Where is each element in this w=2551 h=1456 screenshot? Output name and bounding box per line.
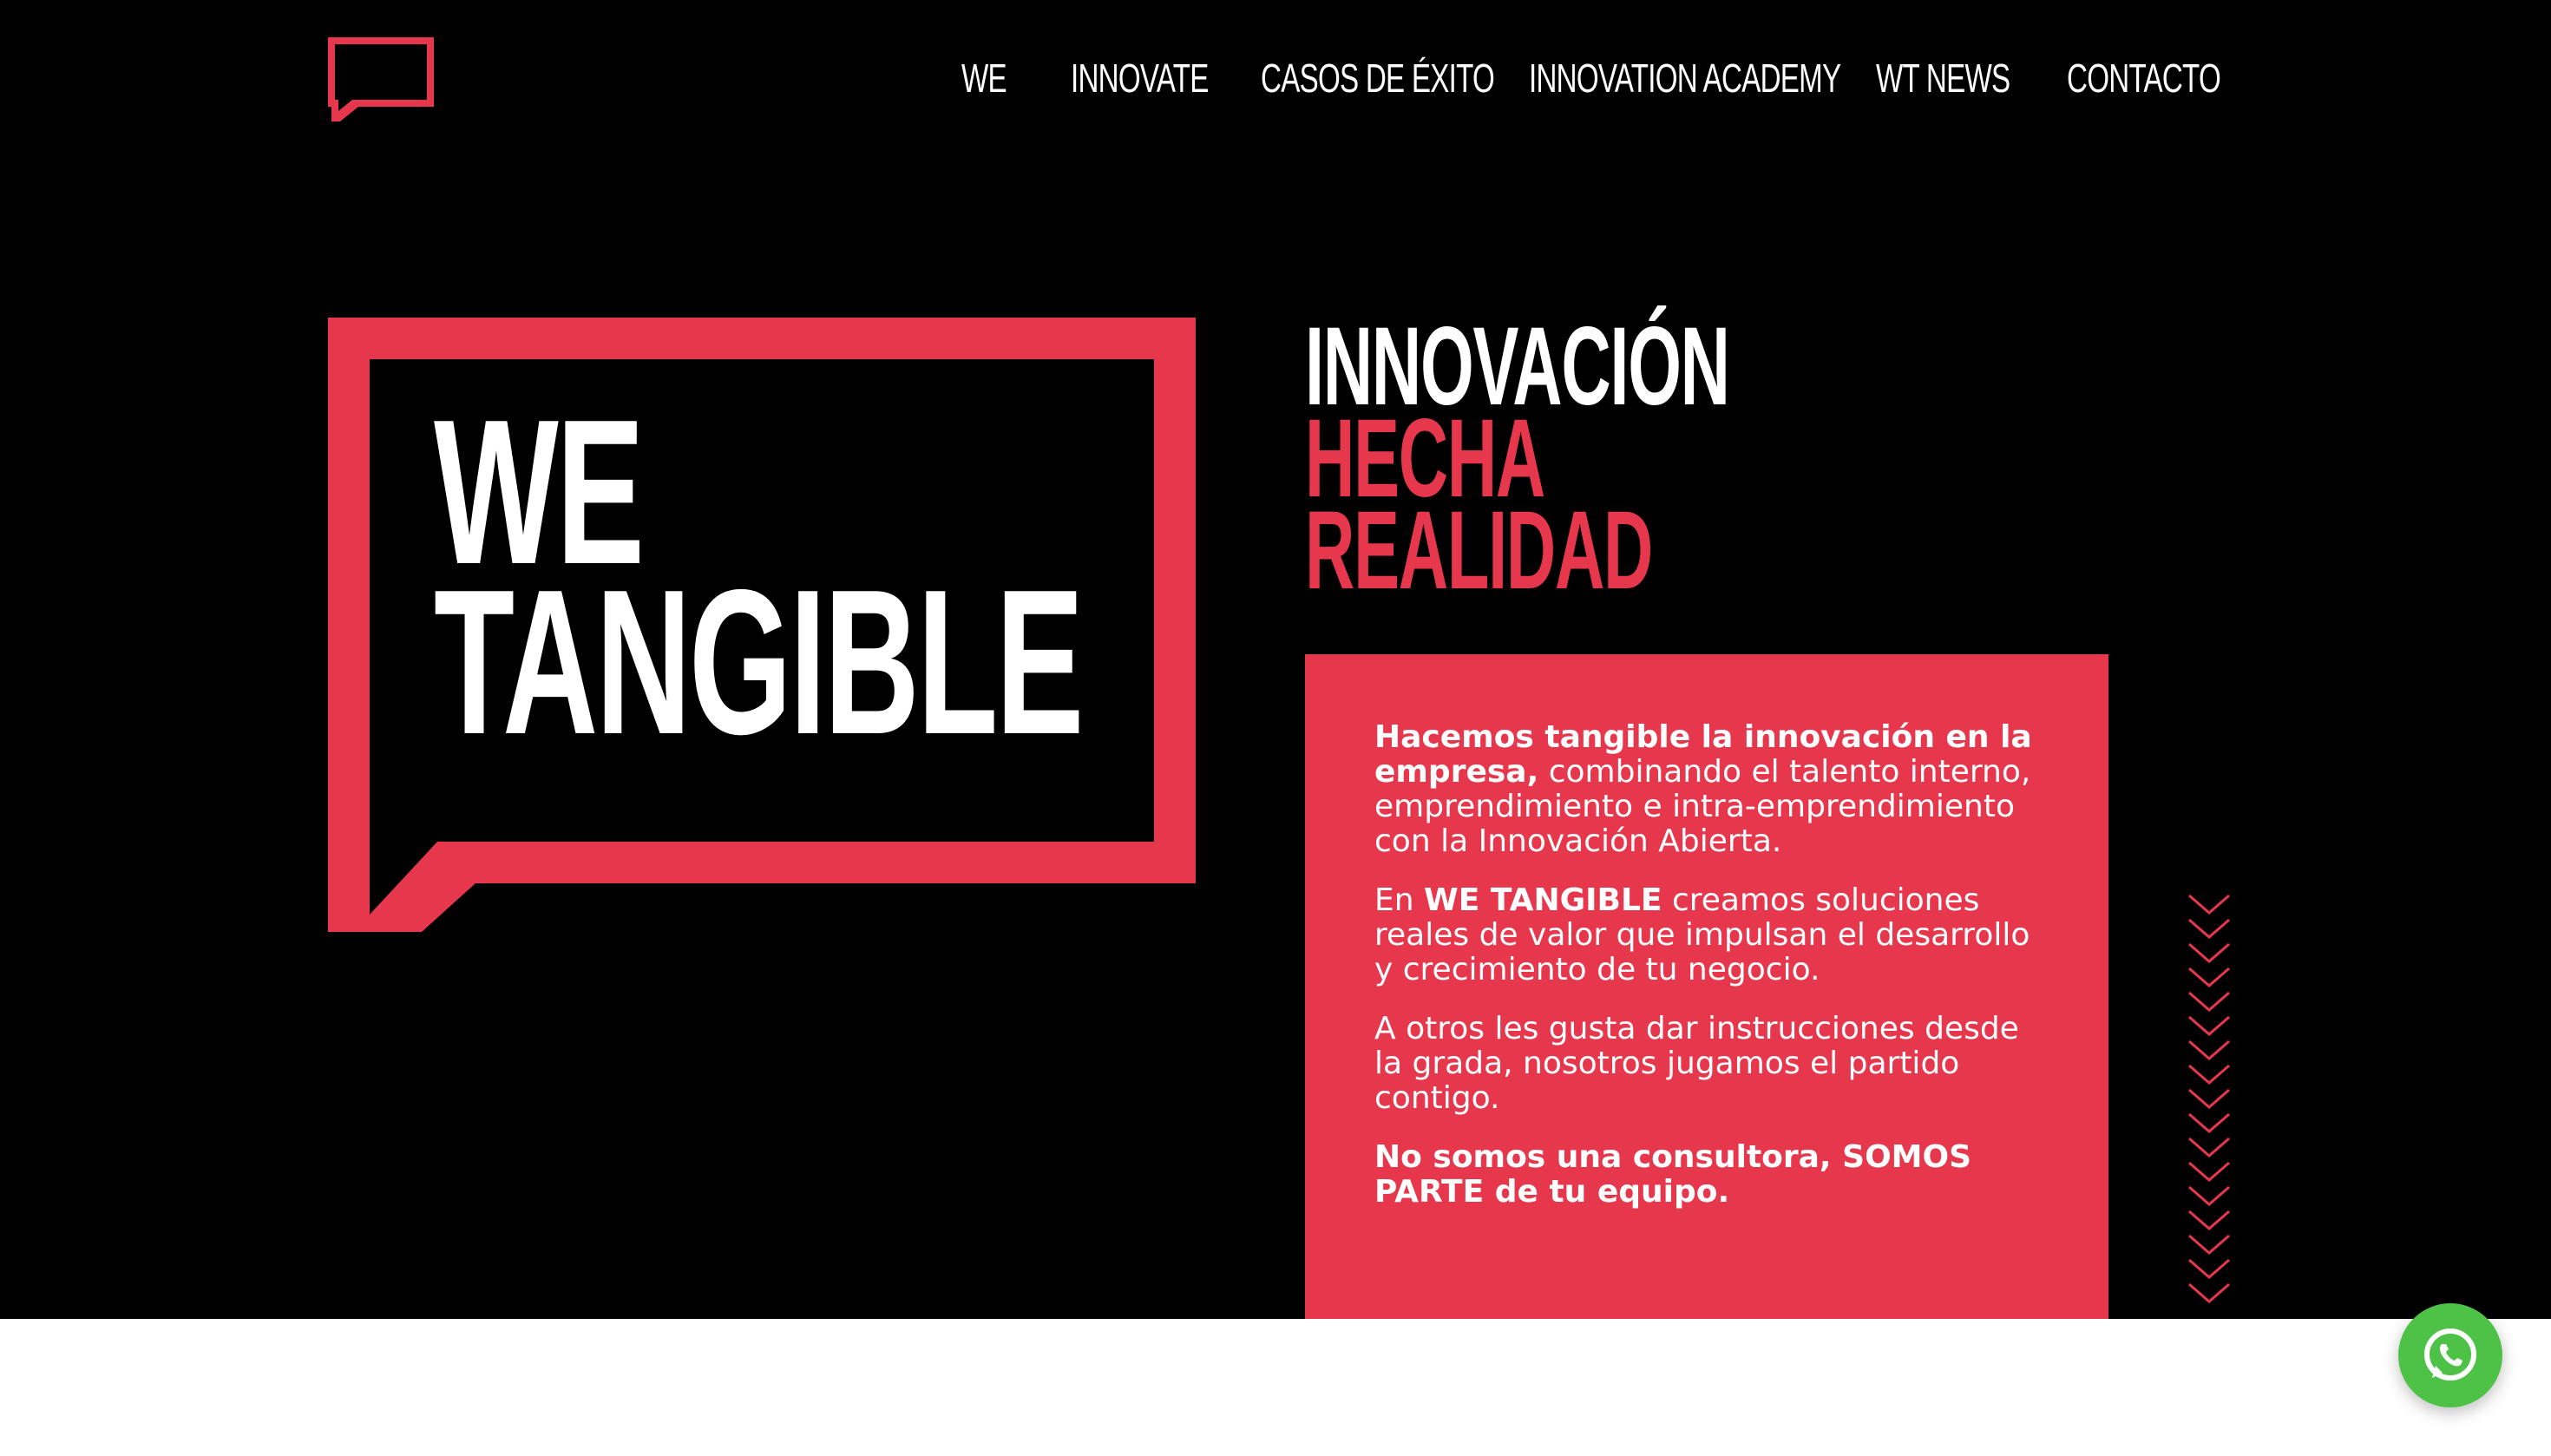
nav-item-we[interactable]: WE bbox=[961, 50, 1024, 106]
chevron-mark bbox=[2188, 1015, 2230, 1036]
whatsapp-icon bbox=[2424, 1328, 2476, 1381]
nav-item-innovate[interactable]: INNOVATE bbox=[1071, 50, 1262, 106]
chevron-mark bbox=[2188, 1161, 2230, 1182]
chevron-mark bbox=[2188, 1234, 2230, 1255]
headline-line-3: REALIDAD bbox=[1305, 489, 1653, 613]
intro-paragraph-3: A otros les gusta dar instrucciones desd… bbox=[1374, 1011, 2019, 1116]
chevron-mark bbox=[2188, 991, 2230, 1012]
chevron-mark bbox=[2188, 1088, 2230, 1109]
brand-wordmark: WE TANGIBLE bbox=[434, 390, 1084, 777]
chevron-mark bbox=[2188, 1210, 2230, 1230]
nav-link-innovate[interactable]: INNOVATE bbox=[1071, 50, 1209, 106]
chevron-mark bbox=[2188, 1137, 2230, 1158]
intro-card: Hacemos tangible la innovación en la emp… bbox=[1305, 654, 2108, 1319]
chevron-mark bbox=[2188, 1040, 2230, 1060]
intro-paragraph-2-pre: En bbox=[1374, 882, 1425, 918]
nav-link-contacto[interactable]: CONTACTO bbox=[2067, 50, 2221, 106]
nav-link-we[interactable]: WE bbox=[961, 50, 1007, 106]
chevron-mark bbox=[2188, 1185, 2230, 1206]
hero-section: WE INNOVATE CASOS DE ÉXITO INNOVATION AC… bbox=[0, 0, 2551, 1319]
chevron-mark bbox=[2188, 942, 2230, 963]
brand-line-2: TANGIBLE bbox=[434, 548, 1084, 777]
chevron-mark bbox=[2188, 1282, 2230, 1303]
chevron-mark bbox=[2188, 894, 2230, 915]
chevron-mark bbox=[2188, 967, 2230, 987]
whatsapp-button[interactable] bbox=[2398, 1303, 2502, 1407]
logo-icon[interactable] bbox=[325, 35, 436, 121]
chevron-mark bbox=[2188, 1112, 2230, 1133]
page-title: INNOVACIÓN HECHA REALIDAD bbox=[1305, 312, 1730, 613]
intro-paragraph-4-bold: No somos una consultora, SOMOS PARTE de … bbox=[1374, 1139, 1972, 1210]
nav-item-wt-news[interactable]: WT NEWS bbox=[1876, 50, 2062, 106]
nav-link-casos-de-exito[interactable]: CASOS DE ÉXITO bbox=[1261, 50, 1495, 106]
chevron-mark bbox=[2188, 1258, 2230, 1279]
chevron-mark bbox=[2188, 918, 2230, 939]
intro-paragraph-4: No somos una consultora, SOMOS PARTE de … bbox=[1374, 1140, 2039, 1210]
intro-paragraph-2: En WE TANGIBLE creamos soluciones reales… bbox=[1374, 883, 2039, 987]
chevron-mark bbox=[2188, 1064, 2230, 1085]
nav-item-contacto[interactable]: CONTACTO bbox=[2067, 50, 2280, 106]
nav-link-wt-news[interactable]: WT NEWS bbox=[1876, 50, 2010, 106]
nav-link-innovation-academy[interactable]: INNOVATION ACADEMY bbox=[1529, 50, 1841, 106]
chevron-down-stack-icon bbox=[2187, 890, 2232, 1319]
intro-paragraph-1: Hacemos tangible la innovación en la emp… bbox=[1374, 720, 2039, 859]
intro-paragraph-2-bold: WE TANGIBLE bbox=[1424, 882, 1662, 918]
